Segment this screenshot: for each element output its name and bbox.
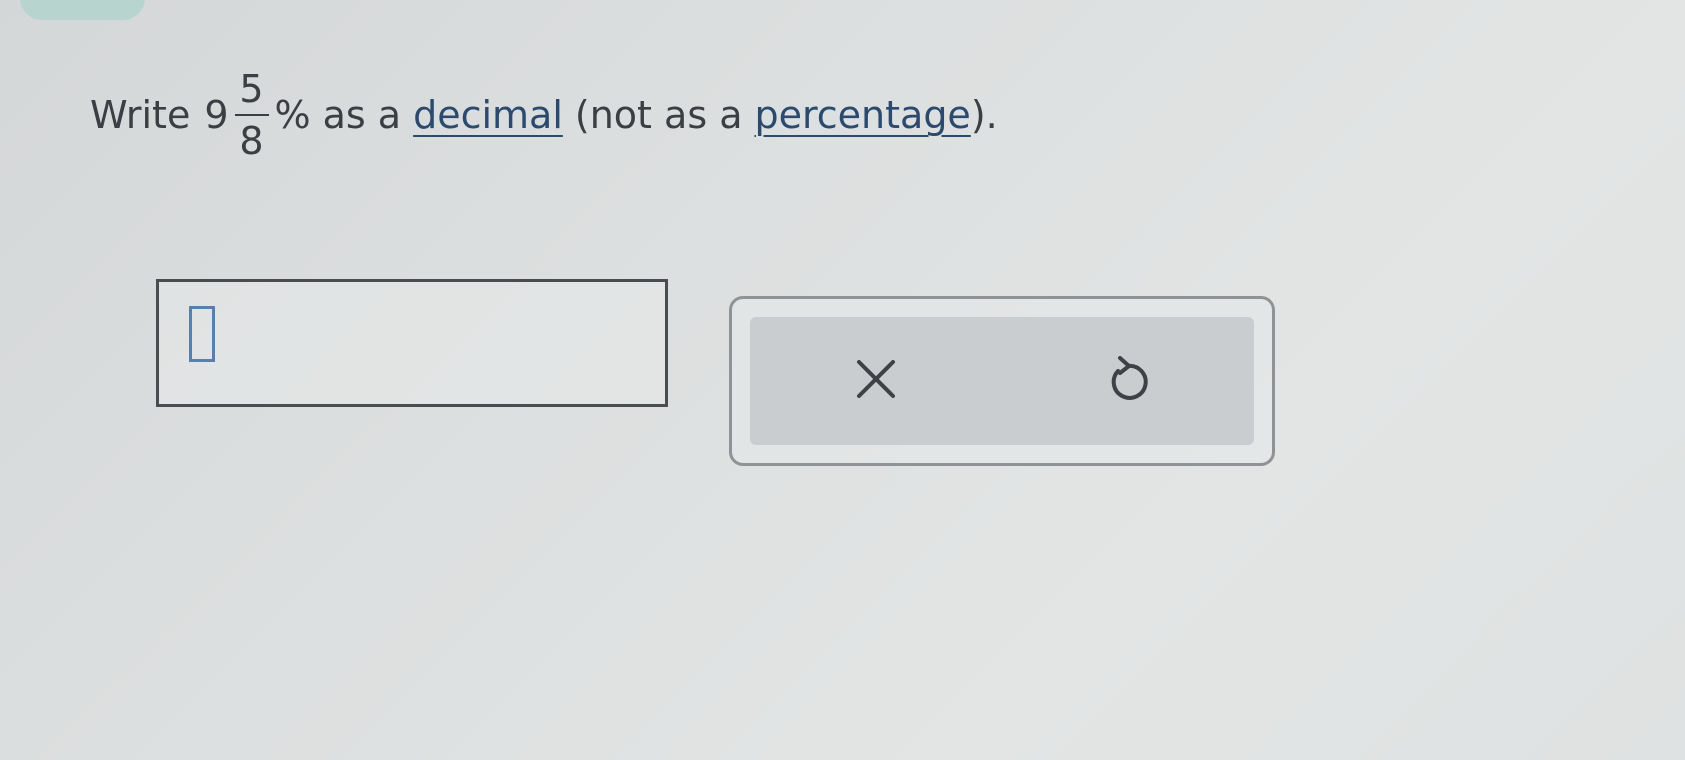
question-middle-text: as a xyxy=(322,93,402,137)
undo-button[interactable] xyxy=(1083,336,1173,426)
question-suffix: ). xyxy=(970,93,998,137)
action-panel xyxy=(729,296,1275,466)
decimal-link[interactable]: decimal xyxy=(413,93,563,137)
x-icon xyxy=(849,352,903,410)
percentage-link[interactable]: percentage xyxy=(754,93,970,137)
fraction: 5 8 xyxy=(234,67,269,163)
top-tab[interactable] xyxy=(20,0,145,20)
fraction-numerator: 5 xyxy=(239,67,264,111)
action-button-bar xyxy=(750,317,1254,445)
question-prompt: Write 9 5 8 % as a decimal (not as a per… xyxy=(90,55,998,175)
undo-icon xyxy=(1101,352,1155,410)
whole-number: 9 xyxy=(204,93,229,137)
question-prefix: Write xyxy=(90,93,191,137)
answer-input[interactable] xyxy=(156,279,668,407)
percent-sign: % xyxy=(274,93,311,137)
fraction-denominator: 8 xyxy=(239,119,264,163)
input-cursor-placeholder xyxy=(189,306,215,362)
clear-button[interactable] xyxy=(831,336,921,426)
question-paren-text: (not as a xyxy=(574,93,743,137)
